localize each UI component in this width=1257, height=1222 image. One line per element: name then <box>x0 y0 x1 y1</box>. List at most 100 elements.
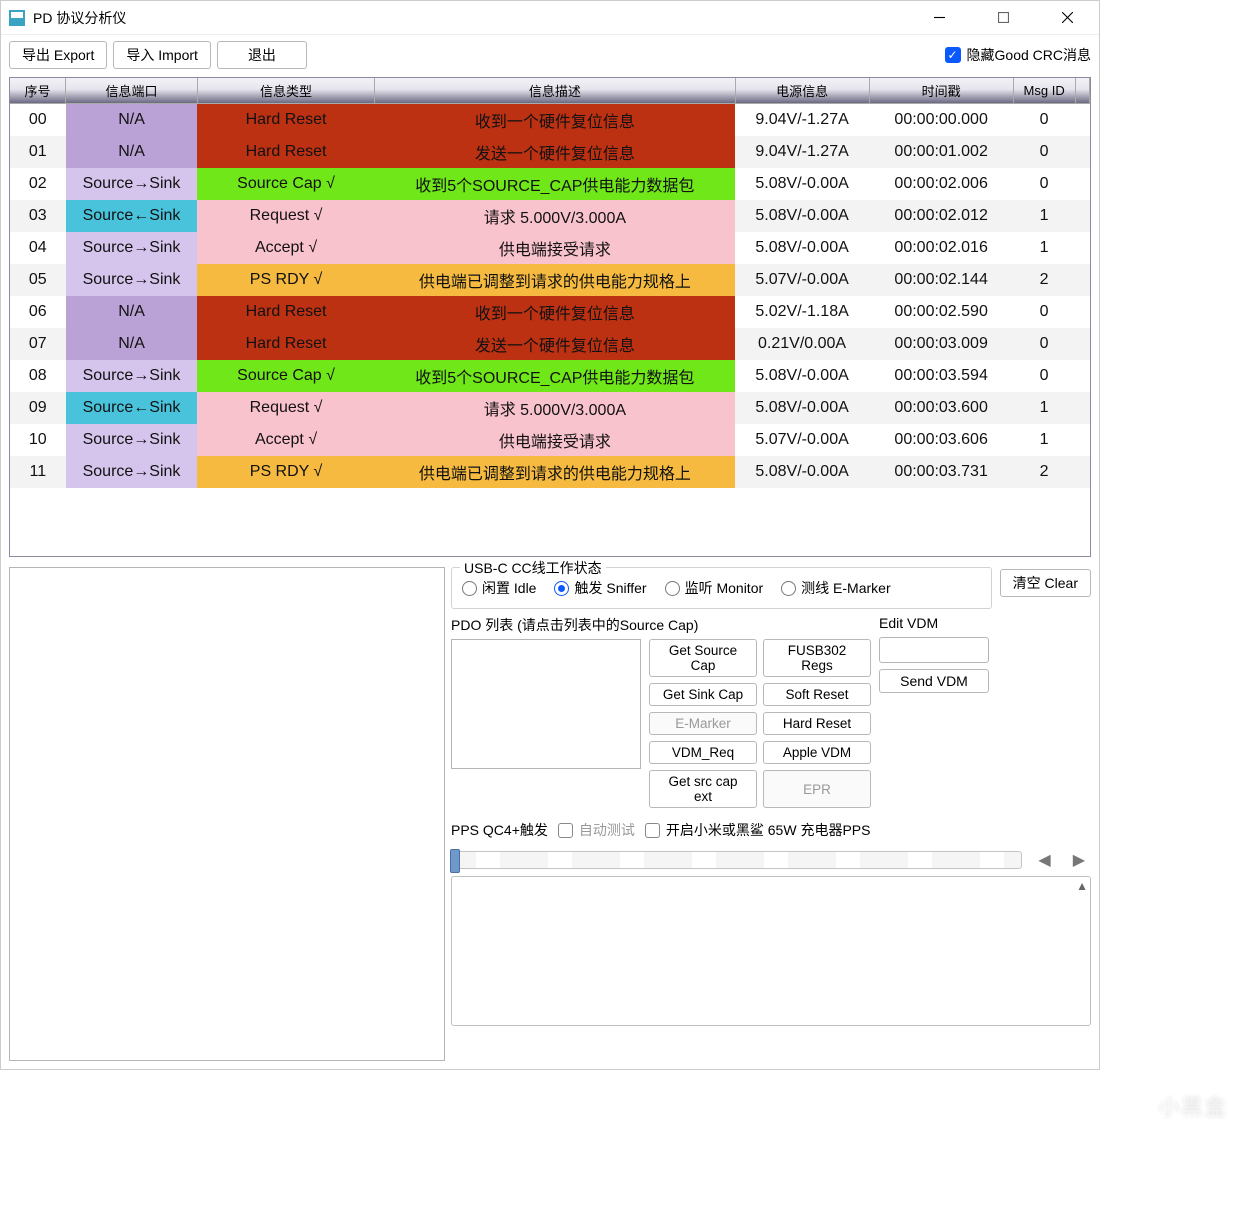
cell-vi: 5.08V/-0.00A <box>735 360 869 392</box>
auto-test-checkbox[interactable]: 自动测试 <box>558 820 635 840</box>
vdm-req-button[interactable]: VDM_Req <box>649 741 757 764</box>
cell-vi: 5.08V/-0.00A <box>735 232 869 264</box>
hard-reset-button[interactable]: Hard Reset <box>763 712 871 735</box>
cc-mode-radio[interactable]: 监听 Monitor <box>665 578 764 598</box>
table-header-row: 序号 信息端口 信息类型 信息描述 电源信息 时间戳 Msg ID <box>10 78 1090 104</box>
table-row[interactable]: 00 N/A Hard Reset 收到一个硬件复位信息 9.04V/-1.27… <box>10 104 1090 137</box>
e-marker-button: E-Marker <box>649 712 757 735</box>
cell-ts: 00:00:03.600 <box>869 392 1013 424</box>
cc-mode-group: USB-C CC线工作状态 闲置 Idle 触发 Sniffer 监听 Moni… <box>451 567 992 609</box>
table-row[interactable]: 06 N/A Hard Reset 收到一个硬件复位信息 5.02V/-1.18… <box>10 296 1090 328</box>
slider-right-icon[interactable]: ▶ <box>1067 850 1091 870</box>
hide-goodcrc-checkbox[interactable]: 隐藏Good CRC消息 <box>945 45 1091 65</box>
cell-vi: 5.08V/-0.00A <box>735 168 869 200</box>
col-seq[interactable]: 序号 <box>10 78 66 104</box>
cell-ts: 00:00:03.594 <box>869 360 1013 392</box>
import-button[interactable]: 导入 Import <box>113 41 211 69</box>
cell-ts: 00:00:02.006 <box>869 168 1013 200</box>
cell-msg: 1 <box>1013 200 1075 232</box>
col-type[interactable]: 信息类型 <box>197 78 374 104</box>
table-row[interactable]: 02 Source→Sink Source Cap √ 收到5个SOURCE_C… <box>10 168 1090 200</box>
radio-icon <box>781 581 796 596</box>
cell-type: Request √ <box>197 200 374 232</box>
cell-port: Source←Sink <box>66 392 198 424</box>
col-port[interactable]: 信息端口 <box>66 78 198 104</box>
radio-icon <box>554 581 569 596</box>
cell-empty <box>1075 392 1089 424</box>
table-row[interactable]: 07 N/A Hard Reset 发送一个硬件复位信息 0.21V/0.00A… <box>10 328 1090 360</box>
export-button[interactable]: 导出 Export <box>9 41 107 69</box>
table-row[interactable]: 08 Source→Sink Source Cap √ 收到5个SOURCE_C… <box>10 360 1090 392</box>
apple-vdm-button[interactable]: Apple VDM <box>763 741 871 764</box>
cell-empty <box>1075 456 1089 488</box>
message-table[interactable]: 序号 信息端口 信息类型 信息描述 电源信息 时间戳 Msg ID 00 N/A… <box>9 77 1091 557</box>
cell-msg: 0 <box>1013 360 1075 392</box>
maximize-button[interactable] <box>983 3 1023 33</box>
cell-empty <box>1075 328 1089 360</box>
exit-button[interactable]: 退出 <box>217 41 307 69</box>
cell-desc: 收到5个SOURCE_CAP供电能力数据包 <box>375 360 736 392</box>
close-button[interactable] <box>1047 3 1087 33</box>
cell-empty <box>1075 200 1089 232</box>
table-row[interactable]: 03 Source←Sink Request √ 请求 5.000V/3.000… <box>10 200 1090 232</box>
table-row[interactable]: 09 Source←Sink Request √ 请求 5.000V/3.000… <box>10 392 1090 424</box>
cell-desc: 供电端已调整到请求的供电能力规格上 <box>375 456 736 488</box>
xiaomi-pps-label: 开启小米或黑鲨 65W 充电器PPS <box>666 820 871 840</box>
cell-desc: 收到一个硬件复位信息 <box>375 104 736 137</box>
clear-button[interactable]: 清空 Clear <box>1000 569 1091 597</box>
cell-msg: 1 <box>1013 232 1075 264</box>
cell-msg: 1 <box>1013 392 1075 424</box>
pdo-listbox[interactable] <box>451 639 641 769</box>
pps-slider[interactable] <box>451 851 1022 869</box>
scroll-up-icon[interactable]: ▲ <box>1076 879 1088 893</box>
cell-port: N/A <box>66 296 198 328</box>
cell-port: Source←Sink <box>66 200 198 232</box>
col-msg[interactable]: Msg ID <box>1013 78 1075 104</box>
table-row[interactable]: 05 Source→Sink PS RDY √ 供电端已调整到请求的供电能力规格… <box>10 264 1090 296</box>
cell-seq: 04 <box>10 232 66 264</box>
cell-ts: 00:00:00.000 <box>869 104 1013 137</box>
cell-seq: 08 <box>10 360 66 392</box>
pps-label: PPS QC4+触发 <box>451 820 548 840</box>
log-panel[interactable]: ▲ <box>451 876 1091 1026</box>
cell-empty <box>1075 264 1089 296</box>
minimize-button[interactable] <box>919 3 959 33</box>
radio-icon <box>462 581 477 596</box>
cell-desc: 供电端接受请求 <box>375 232 736 264</box>
slider-thumb[interactable] <box>450 849 460 873</box>
fusb302-regs-button[interactable]: FUSB302 Regs <box>763 639 871 677</box>
cell-type: Accept √ <box>197 424 374 456</box>
table-row[interactable]: 04 Source→Sink Accept √ 供电端接受请求 5.08V/-0… <box>10 232 1090 264</box>
cc-mode-radio[interactable]: 触发 Sniffer <box>554 578 646 598</box>
get-source-cap-button[interactable]: Get Source Cap <box>649 639 757 677</box>
cell-desc: 请求 5.000V/3.000A <box>375 392 736 424</box>
edit-vdm-input[interactable] <box>879 637 989 663</box>
cell-ts: 00:00:03.731 <box>869 456 1013 488</box>
cell-seq: 06 <box>10 296 66 328</box>
col-ts[interactable]: 时间戳 <box>869 78 1013 104</box>
col-desc[interactable]: 信息描述 <box>375 78 736 104</box>
table-row[interactable]: 01 N/A Hard Reset 发送一个硬件复位信息 9.04V/-1.27… <box>10 136 1090 168</box>
col-vi[interactable]: 电源信息 <box>735 78 869 104</box>
checkbox-icon <box>645 823 660 838</box>
get-src-cap-ext-button[interactable]: Get src cap ext <box>649 770 757 808</box>
edit-vdm-label: Edit VDM <box>879 615 989 631</box>
cell-ts: 00:00:03.009 <box>869 328 1013 360</box>
table-row[interactable]: 10 Source→Sink Accept √ 供电端接受请求 5.07V/-0… <box>10 424 1090 456</box>
cc-mode-radio[interactable]: 闲置 Idle <box>462 578 536 598</box>
soft-reset-button[interactable]: Soft Reset <box>763 683 871 706</box>
cc-mode-option-label: 闲置 Idle <box>482 578 536 598</box>
cell-seq: 01 <box>10 136 66 168</box>
table-row[interactable]: 11 Source→Sink PS RDY √ 供电端已调整到请求的供电能力规格… <box>10 456 1090 488</box>
send-vdm-button[interactable]: Send VDM <box>879 669 989 693</box>
xiaomi-pps-checkbox[interactable]: 开启小米或黑鲨 65W 充电器PPS <box>645 820 871 840</box>
cell-type: Hard Reset <box>197 136 374 168</box>
slider-left-icon[interactable]: ◀ <box>1032 850 1056 870</box>
radio-icon <box>665 581 680 596</box>
detail-panel[interactable] <box>9 567 445 1061</box>
cell-empty <box>1075 136 1089 168</box>
cell-msg: 0 <box>1013 168 1075 200</box>
get-sink-cap-button[interactable]: Get Sink Cap <box>649 683 757 706</box>
cell-vi: 0.21V/0.00A <box>735 328 869 360</box>
cc-mode-radio[interactable]: 测线 E-Marker <box>781 578 890 598</box>
